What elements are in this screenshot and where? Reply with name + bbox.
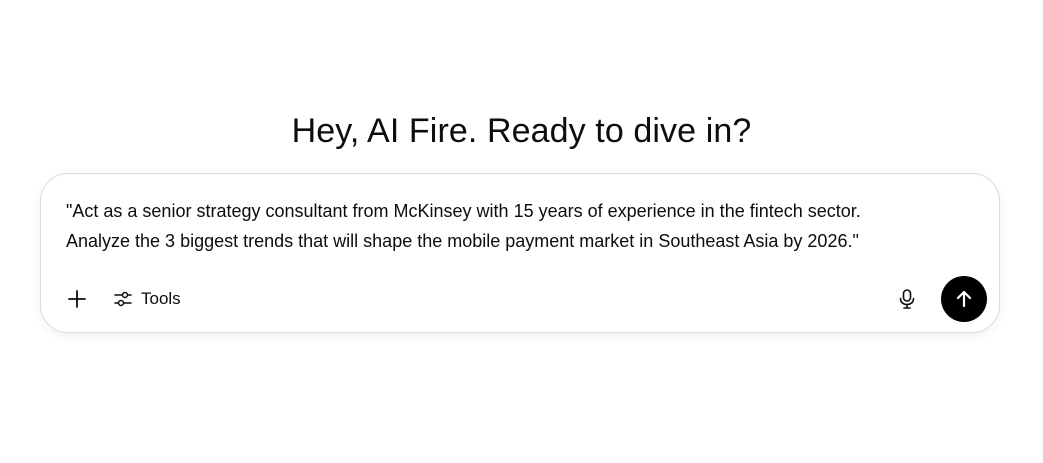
tools-button[interactable]: Tools	[107, 281, 187, 317]
chat-home: Hey, AI Fire. Ready to dive in? "Act as …	[0, 0, 1043, 463]
arrow-up-icon	[954, 289, 974, 309]
tools-label: Tools	[141, 289, 181, 308]
greeting-heading: Hey, AI Fire. Ready to dive in?	[291, 111, 752, 150]
microphone-icon	[897, 288, 917, 310]
composer-toolbar: Tools	[41, 276, 999, 322]
prompt-input[interactable]: "Act as a senior strategy consultant fro…	[66, 196, 971, 256]
add-attachment-button[interactable]	[61, 281, 93, 317]
plus-icon	[67, 289, 87, 309]
sliders-icon	[113, 289, 133, 309]
voice-input-button[interactable]	[891, 281, 923, 317]
prompt-composer[interactable]: "Act as a senior strategy consultant fro…	[40, 173, 1000, 333]
send-button[interactable]	[941, 276, 987, 322]
